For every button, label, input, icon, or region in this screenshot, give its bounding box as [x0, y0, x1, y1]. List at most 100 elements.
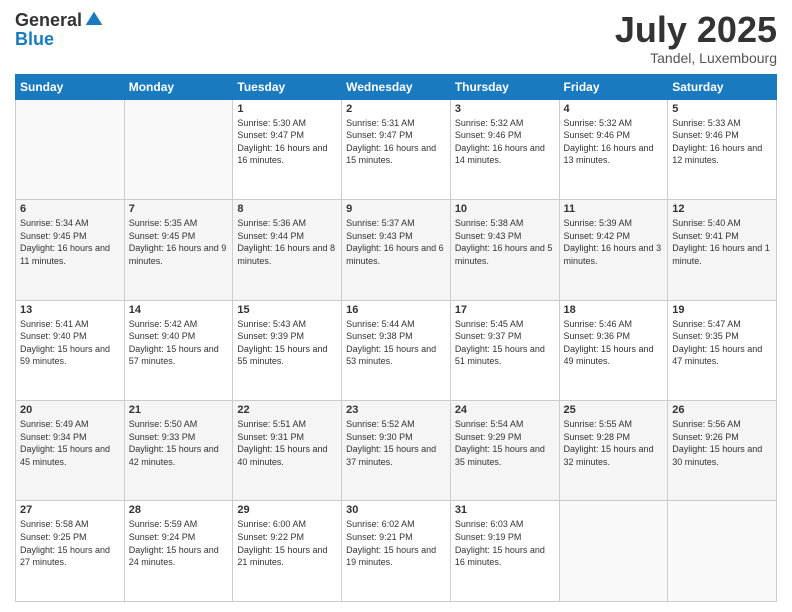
sunset-text: Sunset: 9:33 PM — [129, 431, 229, 444]
day-number: 28 — [129, 504, 229, 516]
calendar-cell: 31 Sunrise: 6:03 AMSunset: 9:19 PMDayligh… — [450, 501, 559, 602]
daylight-text: Daylight: 15 hours and 32 minutes. — [564, 443, 664, 468]
day-number: 12 — [672, 203, 772, 215]
daylight-text: Daylight: 16 hours and 13 minutes. — [564, 142, 664, 167]
daylight-text: Daylight: 16 hours and 14 minutes. — [455, 142, 555, 167]
calendar-week-row: 27Sunrise: 5:58 AMSunset: 9:25 PMDayligh… — [16, 501, 777, 602]
sunrise-text: Sunrise: 5:42 AM — [129, 318, 229, 331]
day-number: 24 — [455, 404, 555, 416]
daylight-text: Daylight: 15 hours and 24 minutes. — [129, 544, 229, 569]
calendar-cell: 17Sunrise: 5:45 AMSunset: 9:37 PMDayligh… — [450, 300, 559, 400]
daylight-text: Daylight: 16 hours and 1 minute. — [672, 242, 772, 267]
daylight-text: Daylight: 16 hours and 15 minutes. — [346, 142, 446, 167]
sunrise-text: Sunrise: 5:37 AM — [346, 217, 446, 230]
sunset-text: Sunset: 9:25 PM — [20, 531, 120, 544]
daylight-text: Daylight: 15 hours and 16 minutes. — [455, 544, 555, 569]
sunrise-text: Sunrise: 5:46 AM — [564, 318, 664, 331]
sunset-text: Sunset: 9:45 PM — [129, 230, 229, 243]
logo-general: General — [15, 11, 82, 29]
day-number: 19 — [672, 304, 772, 316]
sunset-text: Sunset: 9:46 PM — [455, 129, 555, 142]
day-info: Sunrise: 5:42 AMSunset: 9:40 PMDaylight:… — [129, 318, 229, 368]
sunrise-text: Sunrise: 5:36 AM — [237, 217, 337, 230]
day-info: Sunrise: 5:37 AMSunset: 9:43 PMDaylight:… — [346, 217, 446, 267]
day-number: 31 — [455, 504, 555, 516]
day-info: Sunrise: 5:39 AMSunset: 9:42 PMDaylight:… — [564, 217, 664, 267]
calendar-cell: 19Sunrise: 5:47 AMSunset: 9:35 PMDayligh… — [668, 300, 777, 400]
day-info: Sunrise: 5:38 AMSunset: 9:43 PMDaylight:… — [455, 217, 555, 267]
day-number: 20 — [20, 404, 120, 416]
day-info: Sunrise: 5:30 AMSunset: 9:47 PMDaylight:… — [237, 117, 337, 167]
daylight-text: Daylight: 16 hours and 8 minutes. — [237, 242, 337, 267]
weekday-header: Saturday — [668, 74, 777, 99]
title-block: July 2025 Tandel, Luxembourg — [615, 10, 777, 66]
calendar-cell: 16Sunrise: 5:44 AMSunset: 9:38 PMDayligh… — [342, 300, 451, 400]
day-number: 10 — [455, 203, 555, 215]
day-number: 15 — [237, 304, 337, 316]
weekday-header: Friday — [559, 74, 668, 99]
sunset-text: Sunset: 9:40 PM — [20, 330, 120, 343]
sunrise-text: Sunrise: 5:34 AM — [20, 217, 120, 230]
sunset-text: Sunset: 9:26 PM — [672, 431, 772, 444]
day-number: 14 — [129, 304, 229, 316]
sunrise-text: Sunrise: 5:40 AM — [672, 217, 772, 230]
daylight-text: Daylight: 15 hours and 53 minutes. — [346, 343, 446, 368]
day-number: 17 — [455, 304, 555, 316]
sunset-text: Sunset: 9:31 PM — [237, 431, 337, 444]
day-number: 1 — [237, 103, 337, 115]
day-number: 5 — [672, 103, 772, 115]
calendar-week-row: 1 Sunrise: 5:30 AMSunset: 9:47 PMDaylight… — [16, 99, 777, 199]
calendar-cell: 11Sunrise: 5:39 AMSunset: 9:42 PMDayligh… — [559, 200, 668, 300]
weekday-header: Tuesday — [233, 74, 342, 99]
calendar-cell: 4Sunrise: 5:32 AMSunset: 9:46 PMDaylight… — [559, 99, 668, 199]
calendar-cell: 18Sunrise: 5:46 AMSunset: 9:36 PMDayligh… — [559, 300, 668, 400]
day-number: 8 — [237, 203, 337, 215]
daylight-text: Daylight: 15 hours and 19 minutes. — [346, 544, 446, 569]
sunset-text: Sunset: 9:21 PM — [346, 531, 446, 544]
daylight-text: Daylight: 16 hours and 6 minutes. — [346, 242, 446, 267]
sunset-text: Sunset: 9:24 PM — [129, 531, 229, 544]
logo-blue: Blue — [15, 29, 54, 49]
daylight-text: Daylight: 15 hours and 27 minutes. — [20, 544, 120, 569]
daylight-text: Daylight: 15 hours and 45 minutes. — [20, 443, 120, 468]
sunset-text: Sunset: 9:42 PM — [564, 230, 664, 243]
sunrise-text: Sunrise: 5:38 AM — [455, 217, 555, 230]
location-subtitle: Tandel, Luxembourg — [615, 50, 777, 66]
sunset-text: Sunset: 9:43 PM — [455, 230, 555, 243]
day-info: Sunrise: 5:32 AMSunset: 9:46 PMDaylight:… — [564, 117, 664, 167]
calendar-cell: 30Sunrise: 6:02 AMSunset: 9:21 PMDayligh… — [342, 501, 451, 602]
daylight-text: Daylight: 16 hours and 11 minutes. — [20, 242, 120, 267]
day-info: Sunrise: 6:00 AMSunset: 9:22 PMDaylight:… — [237, 518, 337, 568]
calendar-cell: 13Sunrise: 5:41 AMSunset: 9:40 PMDayligh… — [16, 300, 125, 400]
sunset-text: Sunset: 9:34 PM — [20, 431, 120, 444]
daylight-text: Daylight: 15 hours and 59 minutes. — [20, 343, 120, 368]
day-number: 18 — [564, 304, 664, 316]
calendar-cell: 1 Sunrise: 5:30 AMSunset: 9:47 PMDaylight… — [233, 99, 342, 199]
day-info: Sunrise: 5:50 AMSunset: 9:33 PMDaylight:… — [129, 418, 229, 468]
sunrise-text: Sunrise: 5:59 AM — [129, 518, 229, 531]
sunset-text: Sunset: 9:39 PM — [237, 330, 337, 343]
day-info: Sunrise: 6:03 AMSunset: 9:19 PMDaylight:… — [455, 518, 555, 568]
day-number: 23 — [346, 404, 446, 416]
calendar-cell — [668, 501, 777, 602]
day-info: Sunrise: 5:56 AMSunset: 9:26 PMDaylight:… — [672, 418, 772, 468]
day-number: 9 — [346, 203, 446, 215]
calendar-week-row: 13Sunrise: 5:41 AMSunset: 9:40 PMDayligh… — [16, 300, 777, 400]
day-info: Sunrise: 5:43 AMSunset: 9:39 PMDaylight:… — [237, 318, 337, 368]
sunrise-text: Sunrise: 5:55 AM — [564, 418, 664, 431]
day-info: Sunrise: 5:40 AMSunset: 9:41 PMDaylight:… — [672, 217, 772, 267]
daylight-text: Daylight: 15 hours and 37 minutes. — [346, 443, 446, 468]
logo-icon — [84, 10, 104, 30]
sunset-text: Sunset: 9:19 PM — [455, 531, 555, 544]
weekday-header-row: SundayMondayTuesdayWednesdayThursdayFrid… — [16, 74, 777, 99]
day-number: 3 — [455, 103, 555, 115]
daylight-text: Daylight: 15 hours and 30 minutes. — [672, 443, 772, 468]
day-number: 6 — [20, 203, 120, 215]
day-info: Sunrise: 5:58 AMSunset: 9:25 PMDaylight:… — [20, 518, 120, 568]
weekday-header: Sunday — [16, 74, 125, 99]
calendar-week-row: 6 Sunrise: 5:34 AM Sunset: 9:45 PM Daylight… — [16, 200, 777, 300]
calendar-cell: 5Sunrise: 5:33 AMSunset: 9:46 PMDaylight… — [668, 99, 777, 199]
day-info: Sunrise: 5:36 AMSunset: 9:44 PMDaylight:… — [237, 217, 337, 267]
sunrise-text: Sunrise: 6:00 AM — [237, 518, 337, 531]
daylight-text: Daylight: 15 hours and 49 minutes. — [564, 343, 664, 368]
